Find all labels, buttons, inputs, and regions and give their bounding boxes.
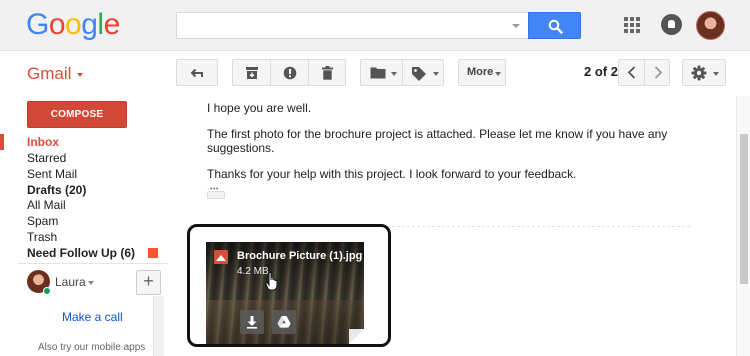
logo-letter: e [103, 8, 121, 41]
message-line: suggestions. [207, 141, 275, 155]
gmail-app-switcher[interactable]: Gmail [27, 64, 84, 84]
sidebar-divider [18, 263, 168, 264]
chevron-down-icon [391, 72, 397, 76]
notifications-icon[interactable] [661, 14, 682, 35]
message-line: Thanks for your help with this project. … [207, 167, 577, 181]
delete-button[interactable] [309, 60, 346, 85]
chat-user-name[interactable]: Laura [55, 275, 86, 289]
sidebar-item-trash[interactable]: Trash [27, 230, 57, 245]
sidebar-scrollbar[interactable] [153, 296, 164, 356]
chevron-down-icon[interactable] [88, 281, 94, 285]
gmail-label: Gmail [27, 64, 72, 83]
chevron-down-icon [433, 72, 439, 76]
page-count: 2 of 2 [584, 64, 618, 79]
more-button[interactable]: More [458, 59, 506, 86]
logo-letter: G [26, 8, 49, 41]
main-scrollbar-thumb[interactable] [740, 134, 748, 284]
main-scrollbar[interactable] [736, 96, 750, 356]
sidebar-item-need-follow-up[interactable]: Need Follow Up (6) [27, 246, 135, 261]
report-spam-button[interactable] [271, 60, 309, 85]
message-line: The first photo for the brochure project… [207, 127, 668, 141]
search-input[interactable] [177, 13, 507, 38]
reply-icon [190, 68, 203, 78]
sidebar-item-all-mail[interactable]: All Mail [27, 198, 66, 213]
action-button-group [232, 59, 346, 86]
labels-button[interactable] [403, 60, 444, 85]
search-icon [548, 19, 563, 34]
chevron-right-icon [654, 66, 663, 79]
gear-icon [691, 65, 707, 81]
chevron-down-icon [77, 72, 84, 77]
chevron-down-icon [713, 72, 719, 76]
apps-icon[interactable] [624, 17, 640, 33]
search-button[interactable] [528, 12, 581, 39]
report-spam-icon [283, 66, 297, 80]
top-header: Google [0, 0, 750, 51]
folder-icon [370, 67, 386, 79]
delete-icon [322, 66, 333, 80]
attachment-highlight-outline [187, 224, 391, 347]
pagination-group [618, 59, 670, 86]
settings-button[interactable] [682, 59, 726, 86]
sidebar-item-spam[interactable]: Spam [27, 214, 58, 229]
search-field[interactable] [176, 12, 528, 39]
move-to-button[interactable] [361, 60, 403, 85]
make-a-call-link[interactable]: Make a call [62, 310, 123, 324]
message-line: I hope you are well. [207, 101, 312, 115]
logo-letter: o [65, 8, 82, 41]
add-contact-button[interactable]: + [136, 270, 161, 295]
newer-button[interactable] [619, 60, 645, 85]
sidebar-item-sent-mail[interactable]: Sent Mail [27, 167, 77, 182]
sidebar-item-inbox[interactable]: Inbox [27, 135, 59, 150]
back-button[interactable] [176, 59, 218, 86]
archive-button[interactable] [233, 60, 271, 85]
active-folder-marker [0, 134, 4, 150]
chevron-down-icon [495, 72, 501, 76]
label-icon [412, 67, 426, 81]
chevron-left-icon [627, 66, 636, 79]
older-button[interactable] [645, 60, 670, 85]
logo-letter: g [81, 8, 98, 41]
sidebar-item-starred[interactable]: Starred [27, 151, 66, 166]
show-trimmed-content-button[interactable] [207, 186, 225, 199]
profile-avatar[interactable] [696, 11, 725, 40]
logo-letter: o [48, 8, 66, 41]
online-status-icon [43, 287, 51, 295]
plus-icon: + [143, 271, 154, 291]
google-logo[interactable]: Google [26, 8, 120, 42]
compose-button[interactable]: COMPOSE [27, 101, 127, 128]
mobile-apps-text: Also try our mobile apps [38, 342, 146, 353]
search-options-chevron-icon[interactable] [512, 24, 520, 28]
organize-button-group [360, 59, 444, 86]
archive-icon [246, 67, 258, 79]
label-color-swatch[interactable] [148, 248, 158, 258]
more-label: More [467, 66, 494, 78]
sidebar-item-drafts[interactable]: Drafts (20) [27, 183, 86, 198]
